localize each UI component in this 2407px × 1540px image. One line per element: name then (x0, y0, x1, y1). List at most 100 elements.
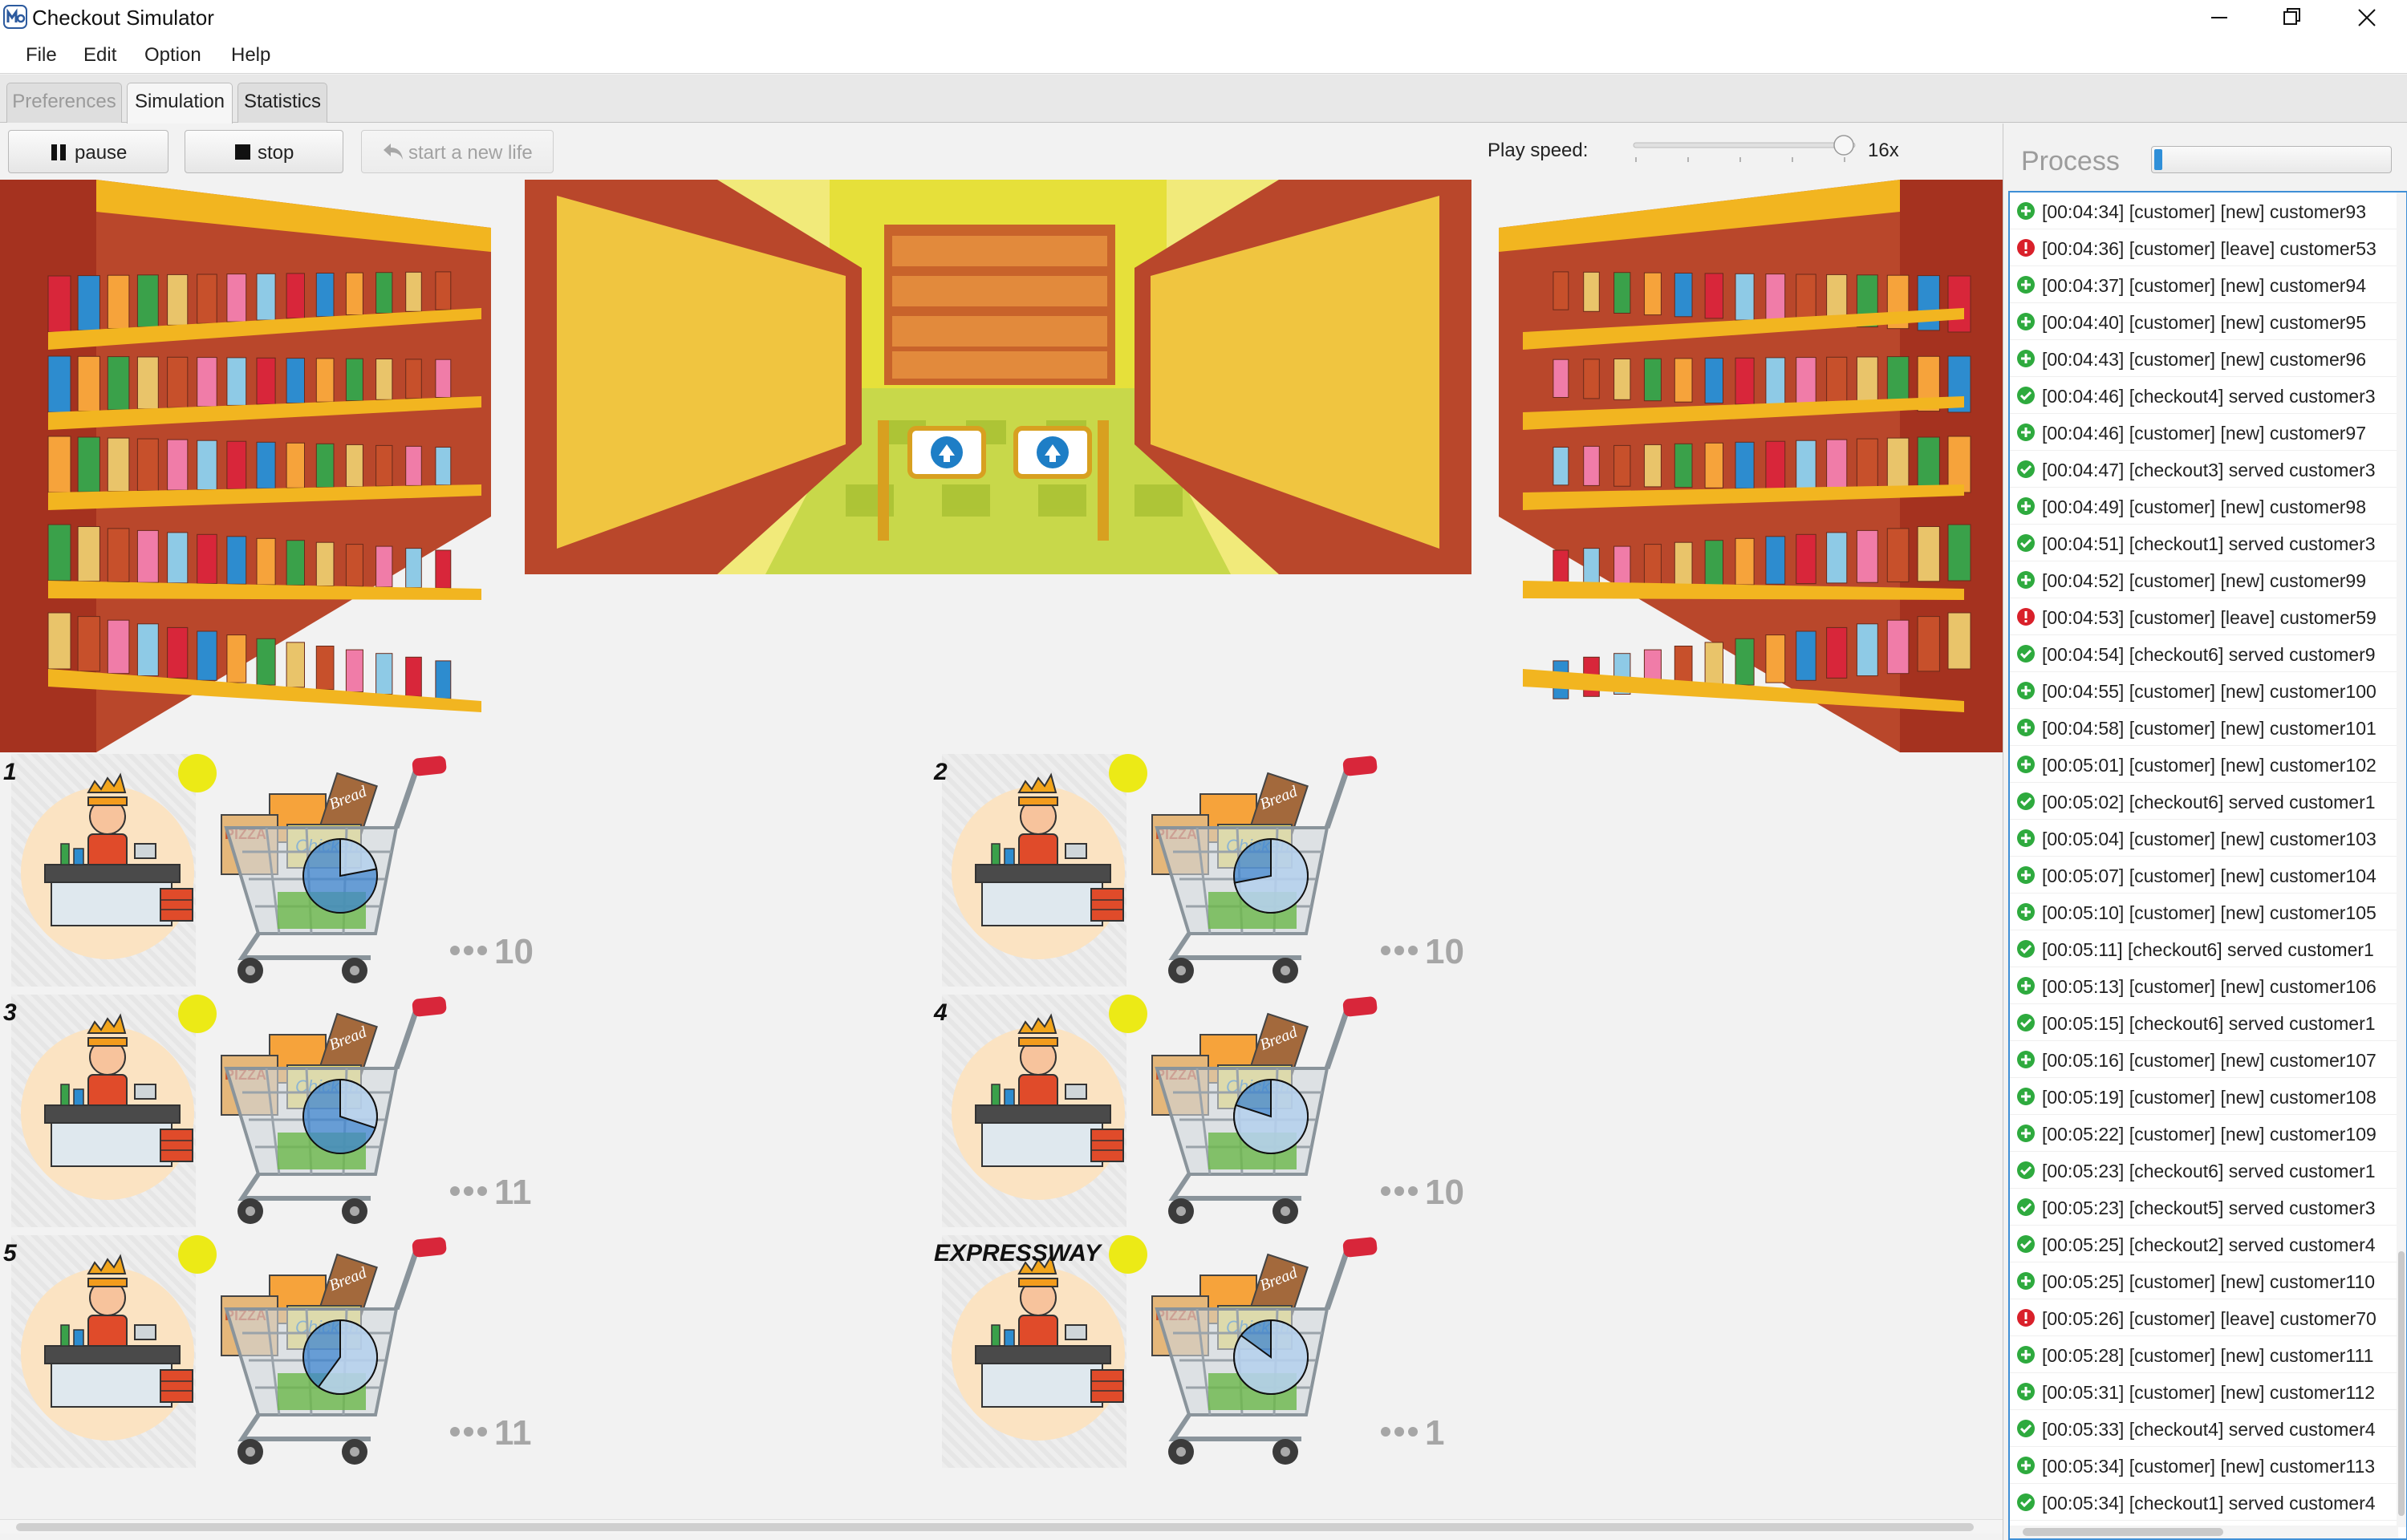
log-row[interactable]: [00:04:58] [customer] [new] customer101 (2010, 709, 2400, 746)
log-row-text: [00:04:54] [checkout6] served customer9 (2042, 644, 2376, 665)
log-row[interactable]: [00:05:31] [customer] [new] customer112 (2010, 1373, 2400, 1410)
queue-ellipsis-icon (1381, 946, 1418, 955)
log-row[interactable]: [00:05:22] [customer] [new] customer109 (2010, 1115, 2400, 1152)
log-row[interactable]: [00:05:04] [customer] [new] customer103 (2010, 820, 2400, 857)
plus-circle-icon (2017, 903, 2035, 921)
plus-circle-icon (2017, 866, 2035, 884)
menu-edit[interactable]: Edit (83, 44, 116, 67)
log-row-text: [00:04:58] [customer] [new] customer101 (2042, 718, 2377, 739)
queue-ellipsis-icon (450, 1186, 487, 1196)
check-circle-icon (2017, 460, 2035, 478)
process-panel: Process [00:04:34] [customer] [new] cust… (2003, 124, 2407, 1540)
log-row[interactable]: [00:05:23] [checkout5] served customer3 (2010, 1189, 2400, 1226)
checkout-lane: 1 Bread Chicken PIZZA (0, 754, 578, 995)
tab-statistics[interactable]: Statistics (237, 83, 327, 123)
lane-name: 1 (3, 759, 17, 785)
queue-ellipsis-icon (1381, 1186, 1418, 1196)
cashier-tile (942, 1235, 1126, 1468)
main-horizontal-scrollbar[interactable] (0, 1519, 2003, 1534)
log-row[interactable]: [00:04:55] [customer] [new] customer100 (2010, 672, 2400, 709)
close-icon[interactable] (2330, 0, 2401, 35)
log-row-text: [00:04:37] [customer] [new] customer94 (2042, 275, 2366, 296)
menu-help[interactable]: Help (231, 44, 270, 67)
check-circle-icon (2017, 1161, 2035, 1179)
start-new-life-button[interactable]: start a new life (361, 130, 554, 173)
log-row[interactable]: [00:05:07] [customer] [new] customer104 (2010, 857, 2400, 894)
restore-icon[interactable] (2256, 0, 2327, 35)
log-row[interactable]: [00:05:34] [customer] [new] customer113 (2010, 1447, 2400, 1484)
process-log[interactable]: [00:04:34] [customer] [new] customer93 [0… (2008, 191, 2407, 1540)
main-hscroll-thumb[interactable] (16, 1523, 1974, 1531)
queue-count: 1 (1425, 1413, 1445, 1453)
pause-button[interactable]: pause (8, 130, 168, 173)
log-row[interactable]: [00:05:23] [checkout6] served customer1 (2010, 1152, 2400, 1189)
log-row[interactable]: [00:04:51] [checkout1] served customer3 (2010, 525, 2400, 561)
log-row[interactable]: [00:05:34] [checkout1] served customer4 (2010, 1484, 2400, 1521)
log-row[interactable]: [00:04:47] [checkout3] served customer3 (2010, 451, 2400, 488)
log-row[interactable]: [00:04:46] [checkout4] served customer3 (2010, 377, 2400, 414)
log-row[interactable]: [00:04:49] [customer] [new] customer98 (2010, 488, 2400, 525)
lane-name: EXPRESSWAY (934, 1240, 1101, 1266)
log-row-text: [00:05:25] [customer] [new] customer110 (2042, 1271, 2376, 1292)
log-row-text: [00:04:49] [customer] [new] customer98 (2042, 496, 2366, 517)
log-horizontal-scrollbar[interactable] (2010, 1526, 2398, 1538)
plus-circle-icon (2017, 977, 2035, 995)
lane-name: 4 (934, 999, 948, 1026)
stop-button[interactable]: stop (185, 130, 343, 173)
queue-ellipsis-icon (450, 1427, 487, 1437)
slider-thumb[interactable] (1833, 135, 1854, 156)
log-row[interactable]: [00:05:13] [customer] [new] customer106 (2010, 967, 2400, 1004)
log-row-text: [00:05:22] [customer] [new] customer109 (2042, 1124, 2377, 1145)
shopping-cart-icon: Bread Chicken PIZZA (1151, 1237, 1378, 1465)
log-row-text: [00:05:16] [customer] [new] customer107 (2042, 1050, 2377, 1071)
log-row-text: [00:05:15] [checkout6] served customer1 (2042, 1013, 2376, 1034)
log-row[interactable]: [00:05:33] [checkout4] served customer4 (2010, 1410, 2400, 1447)
log-row[interactable]: [00:04:36] [customer] [leave] customer53 (2010, 229, 2400, 266)
stop-icon (235, 144, 250, 160)
minimize-icon[interactable] (2184, 0, 2255, 35)
pause-icon (51, 144, 66, 160)
log-row-text: [00:05:11] [checkout6] served customer1 (2042, 939, 2374, 960)
log-row[interactable]: [00:05:19] [customer] [new] customer108 (2010, 1078, 2400, 1115)
log-row[interactable]: [00:04:46] [customer] [new] customer97 (2010, 414, 2400, 451)
log-row[interactable]: [00:04:53] [customer] [leave] customer59 (2010, 598, 2400, 635)
log-row[interactable]: [00:04:52] [customer] [new] customer99 (2010, 561, 2400, 598)
log-row-text: [00:05:31] [customer] [new] customer112 (2042, 1382, 2376, 1403)
menu-option[interactable]: Option (144, 44, 201, 67)
log-scroll-thumb[interactable] (2398, 1251, 2405, 1516)
plus-circle-icon (2017, 756, 2035, 773)
log-row[interactable]: [00:04:37] [customer] [new] customer94 (2010, 266, 2400, 303)
log-row-text: [00:04:43] [customer] [new] customer96 (2042, 349, 2366, 370)
exclamation-circle-icon (2017, 239, 2035, 257)
lane-name: 5 (3, 1240, 17, 1266)
log-row-text: [00:05:10] [customer] [new] customer105 (2042, 902, 2377, 923)
aisle-image (525, 180, 1471, 574)
log-row[interactable]: [00:05:01] [customer] [new] customer102 (2010, 746, 2400, 783)
log-row[interactable]: [00:05:15] [checkout6] served customer1 (2010, 1004, 2400, 1041)
log-row[interactable]: [00:05:11] [checkout6] served customer1 (2010, 930, 2400, 967)
shopping-cart-icon: Bread Chicken PIZZA (221, 996, 447, 1224)
log-row[interactable]: [00:05:16] [customer] [new] customer107 (2010, 1041, 2400, 1078)
log-row[interactable]: [00:04:34] [customer] [new] customer93 (2010, 192, 2400, 229)
play-speed-slider[interactable] (1632, 135, 1857, 167)
queue-count: 10 (494, 932, 534, 971)
menu-file[interactable]: File (26, 44, 57, 67)
log-row[interactable]: [00:05:25] [checkout2] served customer4 (2010, 1226, 2400, 1262)
tab-preferences[interactable]: Preferences (6, 83, 122, 123)
app-logo-icon (3, 5, 27, 29)
log-row[interactable]: [00:05:02] [checkout6] served customer1 (2010, 783, 2400, 820)
shopping-cart-icon: Bread Chicken PIZZA (221, 756, 447, 983)
log-vertical-scrollbar[interactable] (2397, 192, 2406, 1527)
menu-bar: File Edit Option Help (0, 35, 2407, 74)
log-row[interactable]: [00:05:25] [customer] [new] customer110 (2010, 1262, 2400, 1299)
shopping-cart-icon: Bread Chicken PIZZA (1151, 756, 1378, 983)
log-row[interactable]: [00:05:26] [customer] [leave] customer70 (2010, 1299, 2400, 1336)
log-row[interactable]: [00:04:43] [customer] [new] customer96 (2010, 340, 2400, 377)
tab-simulation[interactable]: Simulation (127, 83, 233, 124)
log-row[interactable]: [00:05:10] [customer] [new] customer105 (2010, 894, 2400, 930)
log-row[interactable]: [00:04:40] [customer] [new] customer95 (2010, 303, 2400, 340)
log-hscroll-thumb[interactable] (2023, 1528, 2223, 1536)
log-row[interactable]: [00:05:28] [customer] [new] customer111 (2010, 1336, 2400, 1373)
log-row-text: [00:04:53] [customer] [leave] customer59 (2042, 607, 2377, 628)
log-row[interactable]: [00:04:54] [checkout6] served customer9 (2010, 635, 2400, 672)
